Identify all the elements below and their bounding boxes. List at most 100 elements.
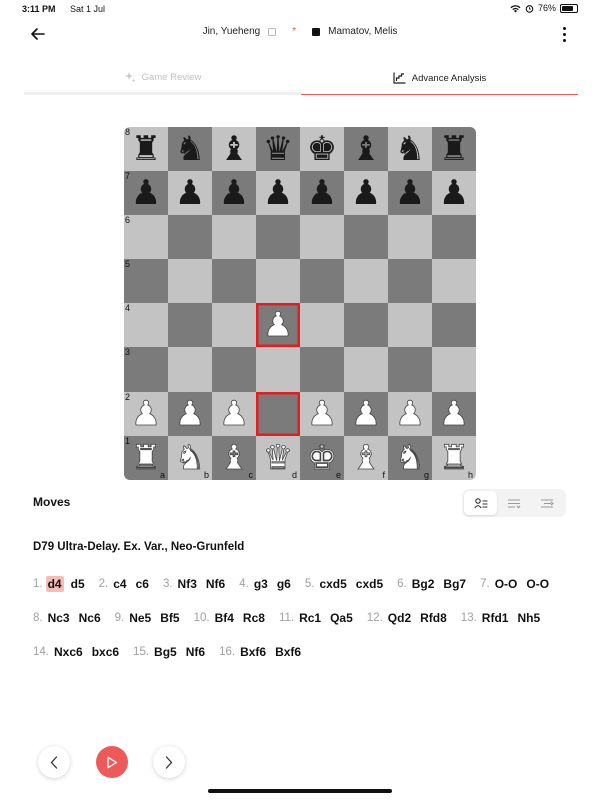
white-move[interactable]: Nc3 — [46, 610, 72, 626]
black-piece-icon[interactable]: ♛ — [263, 132, 293, 166]
square-e6[interactable] — [300, 215, 344, 260]
square-g1[interactable]: ♞ g — [388, 435, 432, 480]
square-e4[interactable] — [300, 303, 344, 348]
white-move[interactable]: d4 — [45, 576, 64, 592]
view-players-button[interactable] — [464, 491, 498, 515]
black-piece-icon[interactable]: ♝ — [219, 132, 249, 166]
square-c2[interactable]: ♟ — [212, 391, 256, 436]
white-move[interactable]: Rc1 — [297, 610, 323, 626]
square-h4[interactable] — [432, 303, 476, 348]
white-piece-icon[interactable]: ♟ — [218, 396, 249, 431]
white-move[interactable]: Qd2 — [386, 610, 413, 626]
square-a4[interactable]: 4 — [124, 303, 168, 348]
white-move[interactable]: Bxf6 — [238, 644, 268, 660]
square-h2[interactable]: ♟ — [432, 391, 476, 436]
black-move[interactable]: Bf5 — [158, 610, 181, 626]
black-move[interactable]: Rfd8 — [418, 610, 449, 626]
square-d3[interactable] — [256, 347, 300, 392]
square-e3[interactable] — [300, 347, 344, 392]
black-move[interactable]: Qa5 — [328, 610, 355, 626]
square-e5[interactable] — [300, 259, 344, 304]
black-piece-icon[interactable]: ♟ — [351, 176, 381, 210]
white-piece-icon[interactable]: ♜ — [130, 440, 161, 475]
white-piece-icon[interactable]: ♞ — [394, 440, 425, 475]
white-piece-icon[interactable]: ♝ — [350, 440, 381, 475]
square-d1[interactable]: ♛ d — [256, 435, 300, 480]
white-piece-icon[interactable]: ♚ — [306, 440, 337, 475]
black-move[interactable]: Rc8 — [241, 610, 267, 626]
black-piece-icon[interactable]: ♞ — [175, 132, 205, 166]
black-move[interactable]: Bg7 — [441, 576, 468, 592]
black-piece-icon[interactable]: ♟ — [439, 176, 469, 210]
black-piece-icon[interactable]: ♟ — [307, 176, 337, 210]
square-b5[interactable] — [168, 259, 212, 304]
white-piece-icon[interactable]: ♜ — [438, 440, 469, 475]
square-d4[interactable]: ♟ — [256, 303, 300, 348]
square-h7[interactable]: ♟ — [432, 171, 476, 216]
white-piece-icon[interactable]: ♟ — [262, 308, 293, 343]
white-piece-icon[interactable]: ♟ — [394, 396, 425, 431]
next-move-button[interactable] — [153, 746, 185, 778]
square-b6[interactable] — [168, 215, 212, 260]
square-e2[interactable]: ♟ — [300, 391, 344, 436]
square-e7[interactable]: ♟ — [300, 171, 344, 216]
square-a8[interactable]: ♜ 8 — [124, 127, 168, 172]
square-g7[interactable]: ♟ — [388, 171, 432, 216]
black-piece-icon[interactable]: ♞ — [395, 132, 425, 166]
black-move[interactable]: O-O — [524, 576, 551, 592]
black-piece-icon[interactable]: ♟ — [175, 176, 205, 210]
white-move[interactable]: cxd5 — [317, 576, 348, 592]
square-a3[interactable]: 3 — [124, 347, 168, 392]
black-move[interactable]: Nf6 — [204, 576, 227, 592]
square-h1[interactable]: ♜ h — [432, 435, 476, 480]
white-move[interactable]: Bg2 — [410, 576, 437, 592]
white-move[interactable]: Rfd1 — [480, 610, 511, 626]
square-b2[interactable]: ♟ — [168, 391, 212, 436]
square-f7[interactable]: ♟ — [344, 171, 388, 216]
square-h3[interactable] — [432, 347, 476, 392]
square-g3[interactable] — [388, 347, 432, 392]
square-c8[interactable]: ♝ — [212, 127, 256, 172]
white-move[interactable]: Nf3 — [176, 576, 199, 592]
square-c5[interactable] — [212, 259, 256, 304]
square-a1[interactable]: ♜ 1 a — [124, 435, 168, 480]
square-g5[interactable] — [388, 259, 432, 304]
white-move[interactable]: Bg5 — [152, 644, 179, 660]
square-h5[interactable] — [432, 259, 476, 304]
square-g4[interactable] — [388, 303, 432, 348]
black-move[interactable]: d5 — [69, 576, 87, 592]
square-c4[interactable] — [212, 303, 256, 348]
square-h6[interactable] — [432, 215, 476, 260]
white-piece-icon[interactable]: ♟ — [130, 396, 161, 431]
square-a7[interactable]: ♟ 7 — [124, 171, 168, 216]
square-b8[interactable]: ♞ — [168, 127, 212, 172]
square-a2[interactable]: ♟ 2 — [124, 391, 168, 436]
black-move[interactable]: Bxf6 — [273, 644, 303, 660]
square-c3[interactable] — [212, 347, 256, 392]
square-f3[interactable] — [344, 347, 388, 392]
square-c7[interactable]: ♟ — [212, 171, 256, 216]
black-piece-icon[interactable]: ♟ — [219, 176, 249, 210]
white-move[interactable]: Nxc6 — [52, 644, 85, 660]
square-a5[interactable]: 5 — [124, 259, 168, 304]
white-piece-icon[interactable]: ♟ — [306, 396, 337, 431]
square-e1[interactable]: ♚ e — [300, 435, 344, 480]
square-d5[interactable] — [256, 259, 300, 304]
black-move[interactable]: bxc6 — [90, 644, 121, 660]
square-g6[interactable] — [388, 215, 432, 260]
square-f6[interactable] — [344, 215, 388, 260]
tab-advance-analysis[interactable]: Advance Analysis — [301, 62, 578, 95]
black-move[interactable]: g6 — [275, 576, 293, 592]
white-move[interactable]: Ne5 — [127, 610, 153, 626]
square-b4[interactable] — [168, 303, 212, 348]
white-move[interactable]: O-O — [493, 576, 520, 592]
square-d8[interactable]: ♛ — [256, 127, 300, 172]
black-move[interactable]: c6 — [134, 576, 151, 592]
view-list-button[interactable] — [497, 491, 530, 515]
black-piece-icon[interactable]: ♟ — [263, 176, 293, 210]
square-f2[interactable]: ♟ — [344, 391, 388, 436]
square-g2[interactable]: ♟ — [388, 391, 432, 436]
white-piece-icon[interactable]: ♝ — [218, 440, 249, 475]
white-move[interactable]: g3 — [252, 576, 270, 592]
white-piece-icon[interactable]: ♟ — [174, 396, 205, 431]
